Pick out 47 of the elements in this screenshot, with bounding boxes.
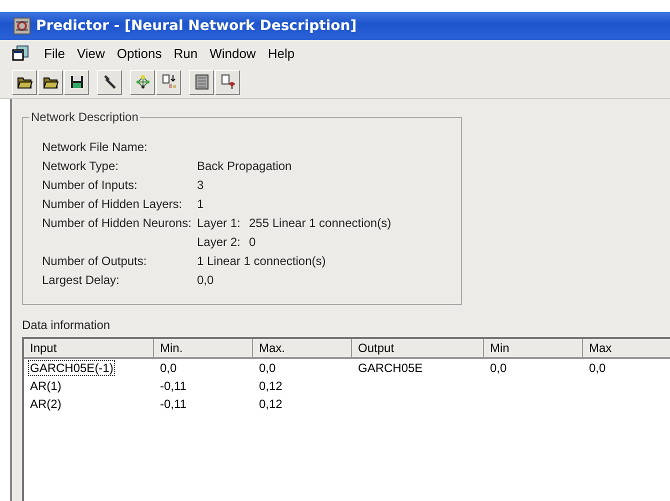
field-value: Back Propagation (197, 159, 292, 173)
field-label: Number of Hidden Neurons: (42, 216, 192, 230)
menu-item[interactable]: Options (110, 46, 168, 60)
grid-icon[interactable] (189, 70, 214, 94)
field-value: 1 Linear 1 connection(s) (197, 254, 326, 268)
save-icon[interactable] (64, 70, 89, 94)
field-value: Layer 1: (197, 216, 242, 230)
document-pin-icon[interactable] (215, 70, 240, 94)
open-folder-icon[interactable] (12, 70, 37, 94)
field-value: Layer 2: (197, 235, 242, 249)
table-cell: GARCH05E(-1) (28, 360, 116, 376)
field-label: Network File Name: (42, 140, 148, 154)
field-value: 0,0 (197, 273, 214, 287)
table-cell-text: 0,12 (258, 396, 284, 412)
section-label: Data information (22, 318, 112, 332)
field-label: Number of Outputs: (42, 254, 148, 268)
field-label: Network Type: (42, 159, 120, 173)
field-value: 1 (197, 197, 204, 211)
table-cell-text: -0,11 (159, 396, 188, 412)
field-label: Largest Delay: (42, 273, 120, 287)
open-folder-icon[interactable] (38, 70, 63, 94)
window-title: Predictor - [Neural Network Description] (36, 18, 357, 34)
table-cell-text: 0,12 (258, 378, 284, 394)
menu-item[interactable]: View (70, 46, 111, 60)
table-cell-text: 0,0 (489, 360, 508, 376)
menu-item[interactable]: Run (168, 46, 204, 60)
group-title: Network Description (29, 110, 140, 124)
table-cell-text: 0,0 (258, 360, 277, 376)
network-icon[interactable] (130, 70, 155, 94)
wrench-icon[interactable] (97, 70, 122, 94)
menu-item[interactable]: File (38, 46, 71, 60)
field-label: Number of Inputs: (42, 178, 138, 192)
table-cell-text: GARCH05E (357, 360, 424, 376)
table-cell-text: -0,11 (159, 378, 188, 394)
table-cell-text: AR(1) (29, 378, 62, 394)
list-chart-icon[interactable] (156, 70, 181, 94)
field-label: Number of Hidden Layers: (42, 197, 184, 211)
menu-item[interactable]: Help (262, 46, 301, 60)
table-cell-text: AR(2) (29, 396, 62, 412)
menu-item[interactable]: Window (204, 46, 262, 60)
table-cell-text: 0,0 (159, 360, 178, 376)
field-value: 0 (249, 235, 256, 249)
table-cell-text: 0,0 (588, 360, 607, 376)
document-icon[interactable] (12, 45, 30, 61)
field-value: 255 Linear 1 connection(s) (249, 216, 392, 230)
app-icon (13, 17, 31, 35)
field-value: 3 (197, 178, 204, 192)
